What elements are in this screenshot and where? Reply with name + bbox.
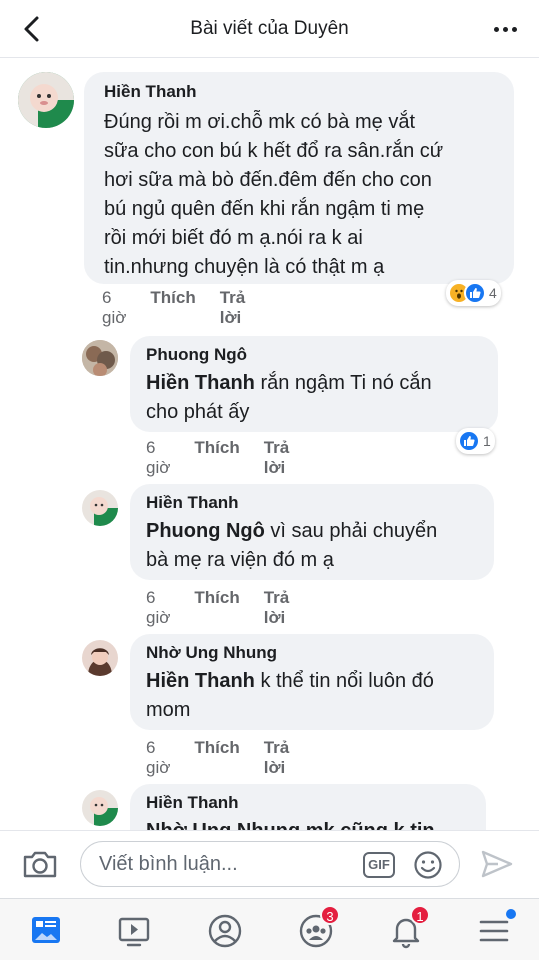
comment-author[interactable]: Phuong Ngô [146, 345, 498, 365]
comment-text-line: Hiền Thanh rắn ngậm Ti nó cắn [146, 369, 498, 398]
groups-icon[interactable]: 3 [296, 905, 340, 951]
mention-link[interactable]: Phuong Ngô [146, 520, 265, 542]
reaction-count: 1 [483, 433, 491, 449]
reaction-count: 4 [489, 285, 497, 301]
reaction-summary[interactable]: 4 [446, 280, 501, 306]
news-feed-icon[interactable] [26, 911, 66, 951]
bottom-navigation: 3 1 [0, 898, 539, 960]
comment-author[interactable]: Hiền Thanh [146, 793, 486, 813]
comment-bubble[interactable]: Hiền Thanh Nhờ Ung Nhung mk cũng k tin [130, 784, 486, 830]
reply-button[interactable]: Trả lời [264, 438, 290, 478]
comment-text: k thể tin nổi luôn đó [254, 670, 434, 692]
comment-text-line: cho phát ấy [146, 401, 250, 423]
comment-text-line: Nhờ Ung Nhung mk cũng k tin [146, 817, 486, 830]
comment-bubble[interactable]: Nhờ Ung Nhung Hiền Thanh k thể tin nổi l… [130, 634, 494, 730]
mention-link[interactable]: Hiền Thanh [146, 670, 255, 692]
comment-meta: 6 giờ Thích Trả lời [146, 438, 289, 478]
emoji-icon[interactable] [413, 850, 443, 885]
menu-indicator-dot [506, 909, 516, 919]
send-icon[interactable] [480, 849, 514, 884]
like-button[interactable]: Thích [194, 438, 239, 478]
top-bar: Bài viết của Duyên [0, 0, 539, 58]
notifications-badge: 1 [410, 905, 430, 925]
gif-button[interactable]: GIF [363, 852, 395, 878]
profile-icon[interactable] [205, 911, 245, 951]
watch-icon[interactable] [114, 911, 154, 951]
camera-icon[interactable] [22, 849, 58, 884]
like-button[interactable]: Thích [194, 738, 239, 778]
notifications-icon[interactable]: 1 [386, 905, 430, 951]
comment-time: 6 giờ [146, 738, 171, 777]
comment-bubble[interactable]: Hiền Thanh Đúng rồi m ơi.chỗ mk có bà mẹ… [84, 72, 514, 284]
like-reaction-icon [458, 430, 480, 452]
menu-icon[interactable] [474, 909, 516, 951]
reply-button[interactable]: Trả lời [220, 288, 246, 328]
like-button[interactable]: Thích [194, 588, 239, 628]
comment-text-line: sữa cho con bú k hết đổ ra sân.rắn cứ [104, 140, 444, 162]
avatar[interactable] [82, 790, 118, 826]
comment-bubble[interactable]: Phuong Ngô Hiền Thanh rắn ngậm Ti nó cắn… [130, 336, 498, 432]
reply-button[interactable]: Trả lời [264, 738, 290, 778]
comment-text: rắn ngậm Ti nó cắn [254, 372, 432, 394]
comment-text-line: Hiền Thanh k thể tin nổi luôn đó [146, 667, 494, 696]
comment-text-line: mom [146, 699, 191, 721]
avatar[interactable] [82, 340, 118, 376]
comment-meta: 6 giờ Thích Trả lời [146, 738, 289, 778]
comment-text-line: bú ngủ quên đến khi rắn ngậm ti mẹ [104, 198, 425, 220]
comment-meta: 6 giờ Thích Trả lời [102, 288, 245, 328]
comment-text-line: hơi sữa mà bò đến.đêm đến cho con [104, 169, 432, 191]
comment-author[interactable]: Hiền Thanh [104, 82, 514, 102]
comment-placeholder: Viết bình luận... [99, 853, 238, 875]
comment-composer: Viết bình luận... GIF [0, 830, 539, 898]
comment-text-line: Đúng rồi m ơi.chỗ mk có bà mẹ vắt [104, 111, 416, 133]
comment-time: 6 giờ [146, 438, 171, 477]
avatar[interactable] [82, 490, 118, 526]
reaction-summary[interactable]: 1 [456, 428, 495, 454]
comments-list[interactable]: Hiền Thanh Đúng rồi m ơi.chỗ mk có bà mẹ… [0, 58, 539, 830]
more-options-icon[interactable] [494, 27, 517, 32]
mention-link[interactable]: Hiền Thanh [146, 372, 255, 394]
comment-author[interactable]: Nhờ Ung Nhung [146, 643, 494, 663]
avatar[interactable] [18, 72, 74, 128]
comment-time: 6 giờ [102, 288, 127, 327]
comment-text-line: rồi mới biết đó m ạ.nói ra k ai [104, 227, 363, 249]
comment-text-line: bà mẹ ra viện đó m ạ [146, 549, 334, 571]
like-button[interactable]: Thích [150, 288, 195, 328]
comment-time: 6 giờ [146, 588, 171, 627]
like-reaction-icon [464, 282, 486, 304]
comment-text-line: Phuong Ngô vì sau phải chuyển [146, 517, 494, 546]
page-title: Bài viết của Duyên [190, 18, 349, 39]
groups-badge: 3 [320, 905, 340, 925]
comment-input[interactable]: Viết bình luận... GIF [80, 841, 460, 887]
comment-bubble[interactable]: Hiền Thanh Phuong Ngô vì sau phải chuyển… [130, 484, 494, 580]
comment-author[interactable]: Hiền Thanh [146, 493, 494, 513]
avatar[interactable] [82, 640, 118, 676]
comment-text: vì sau phải chuyển [264, 520, 438, 542]
comment-text-line: tin.nhưng chuyện là có thật m ạ [104, 256, 385, 278]
reply-button[interactable]: Trả lời [264, 588, 290, 628]
comment-meta: 6 giờ Thích Trả lời [146, 588, 289, 628]
